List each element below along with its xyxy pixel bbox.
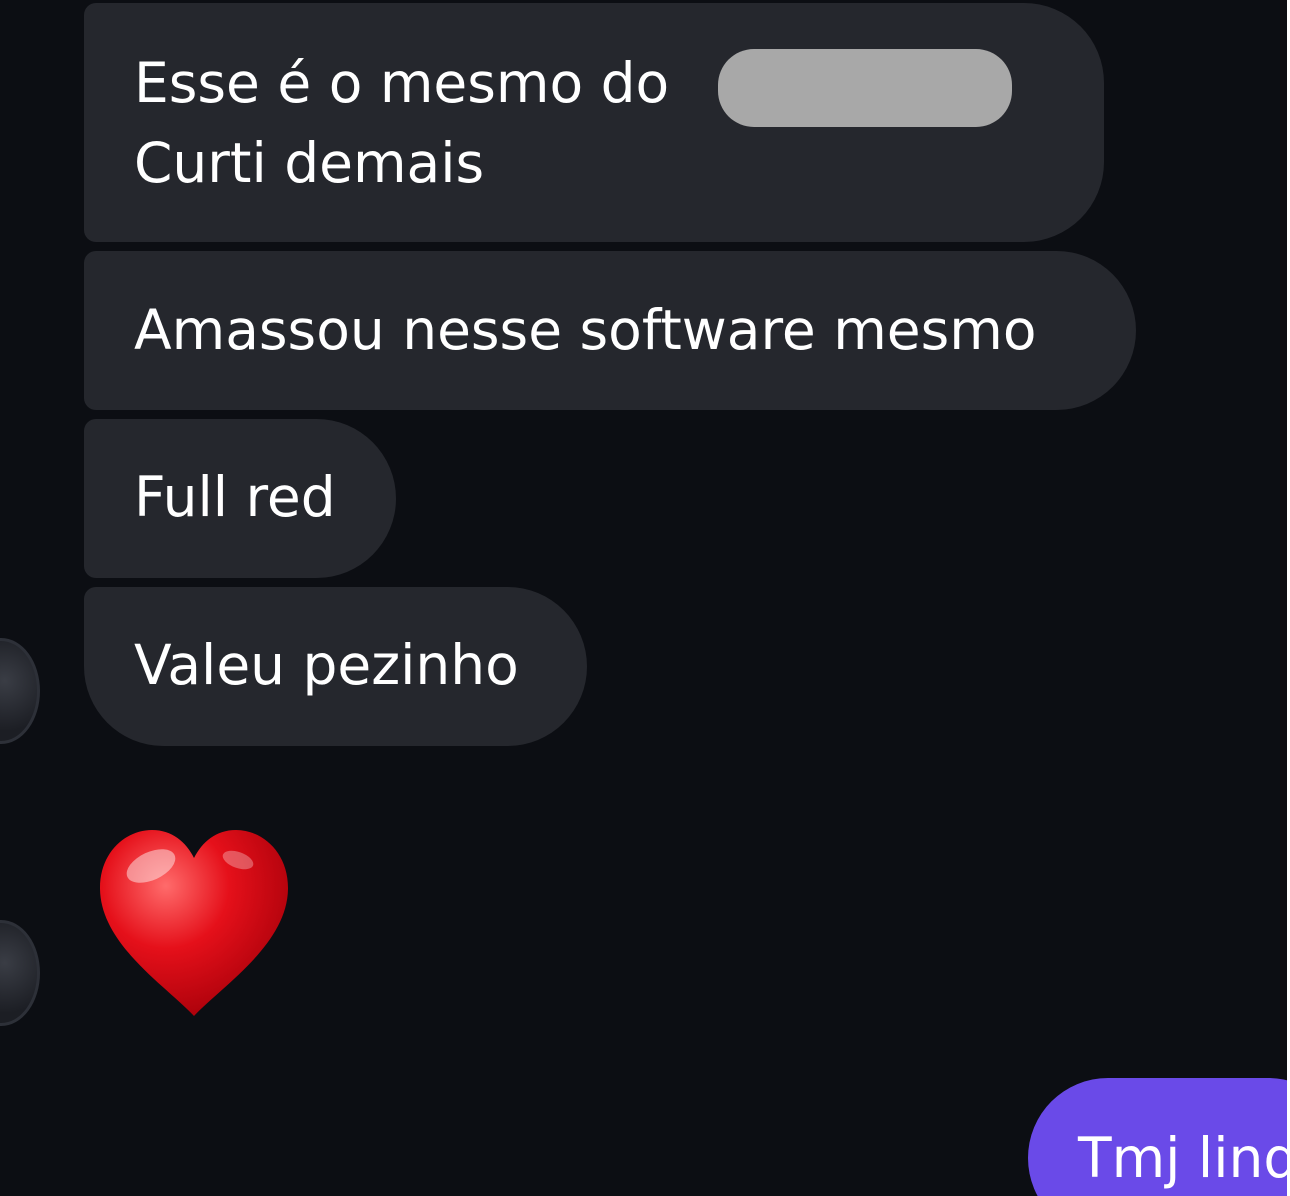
chat-thread: Esse é o mesmo do? Curti demais Amassou …	[0, 0, 1290, 1196]
avatar[interactable]	[0, 920, 40, 1026]
heart-emoji-icon[interactable]	[96, 826, 292, 1020]
message-bubble[interactable]: Full red	[84, 419, 396, 578]
message-text: Amassou nesse software mesmo	[134, 298, 1037, 362]
sent-message-bubble[interactable]: Tmj lind	[1028, 1078, 1290, 1196]
message-bubble[interactable]: Amassou nesse software mesmo	[84, 251, 1136, 410]
avatar[interactable]	[0, 638, 40, 744]
redaction-block	[718, 49, 1012, 127]
message-text: Tmj lind	[1078, 1126, 1290, 1190]
message-text: Full red	[134, 465, 336, 529]
message-line: Curti demais	[134, 131, 485, 195]
message-text: Valeu pezinho	[134, 633, 519, 697]
message-text: Esse é o mesmo do	[134, 51, 670, 115]
message-bubble[interactable]: Valeu pezinho	[84, 587, 587, 746]
